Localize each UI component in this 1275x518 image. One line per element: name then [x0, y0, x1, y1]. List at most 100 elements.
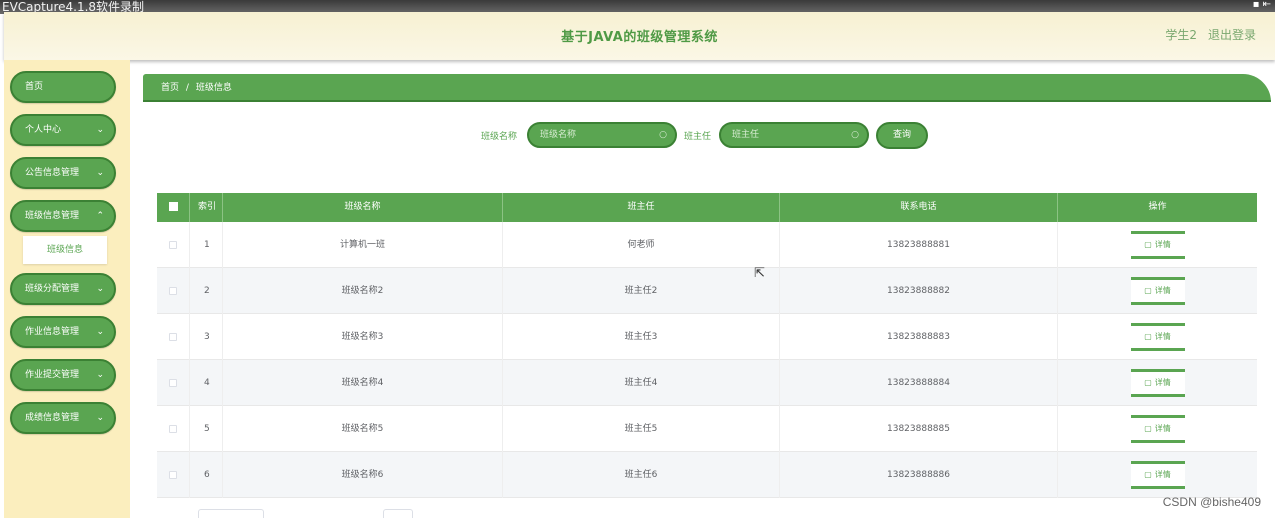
- current-user: 学生2: [1165, 28, 1197, 42]
- document-icon: ▢: [1144, 240, 1152, 249]
- row-checkbox[interactable]: [157, 452, 190, 498]
- row-checkbox[interactable]: [157, 268, 190, 314]
- table-row: 4 班级名称4 班主任4 13823888884 ▢ 详情: [157, 360, 1257, 406]
- detail-button[interactable]: ▢ 详情: [1130, 277, 1185, 305]
- class-name-search-input[interactable]: 班级名称 ○: [527, 122, 677, 148]
- header: 基于JAVA的班级管理系统 学生2 退出登录: [4, 12, 1275, 60]
- cell-actions: ▢ 详情: [1058, 406, 1257, 452]
- cell-phone: 13823888881: [780, 222, 1058, 268]
- cell-class-name: 计算机一班: [223, 222, 503, 268]
- cell-index: 4: [190, 360, 223, 406]
- window-controls-icon[interactable]: ▪ ⇤: [1253, 0, 1271, 10]
- sidebar-item-class-assignment[interactable]: 班级分配管理 ⌄: [10, 273, 116, 305]
- teacher-label: 班主任: [684, 132, 712, 142]
- cell-phone: 13823888884: [780, 360, 1058, 406]
- cell-index: 1: [190, 222, 223, 268]
- sidebar-item-label: 个人中心: [25, 125, 62, 135]
- breadcrumb: 首页 / 班级信息: [143, 74, 1271, 102]
- sidebar-item-label: 首页: [25, 82, 44, 92]
- column-header-actions: 操作: [1148, 202, 1167, 212]
- cell-teacher: 班主任5: [503, 406, 780, 452]
- chevron-up-icon: ⌃: [96, 211, 104, 221]
- sidebar-item-label: 班级信息管理: [25, 211, 80, 221]
- cell-class-name: 班级名称2: [223, 268, 503, 314]
- row-checkbox[interactable]: [157, 222, 190, 268]
- cell-index: 2: [190, 268, 223, 314]
- cell-index: 6: [190, 452, 223, 498]
- cell-class-name: 班级名称6: [223, 452, 503, 498]
- column-header-phone: 联系电话: [780, 193, 1058, 222]
- sidebar-item-label: 公告信息管理: [25, 168, 80, 178]
- cell-actions: ▢ 详情: [1058, 452, 1257, 498]
- teacher-placeholder: 班主任: [732, 130, 760, 140]
- cell-class-name: 班级名称5: [223, 406, 503, 452]
- cell-index: 5: [190, 406, 223, 452]
- column-header-teacher: 班主任: [503, 193, 780, 222]
- cell-phone: 13823888885: [780, 406, 1058, 452]
- mouse-cursor-icon: ⇱: [754, 266, 765, 281]
- cell-class-name: 班级名称4: [223, 360, 503, 406]
- detail-button[interactable]: ▢ 详情: [1130, 231, 1185, 259]
- chevron-down-icon: ⌄: [96, 370, 104, 380]
- cell-phone: 13823888883: [780, 314, 1058, 360]
- breadcrumb-current: 班级信息: [195, 83, 232, 93]
- detail-label: 详情: [1154, 378, 1171, 387]
- sidebar: 首页 个人中心 ⌄ 公告信息管理 ⌄ 班级信息管理 ⌃ 班级信息 班级分配管理 …: [4, 60, 130, 518]
- cell-actions: ▢ 详情: [1058, 268, 1257, 314]
- detail-label: 详情: [1154, 424, 1171, 433]
- detail-button[interactable]: ▢ 详情: [1130, 323, 1185, 351]
- pagination-control[interactable]: [383, 509, 413, 518]
- sidebar-item-personal-center[interactable]: 个人中心 ⌄: [10, 114, 116, 146]
- sidebar-item-home[interactable]: 首页: [10, 71, 116, 103]
- pagination-control[interactable]: [198, 509, 264, 518]
- teacher-search-input[interactable]: 班主任 ○: [719, 122, 869, 148]
- sidebar-item-label: 成绩信息管理: [25, 413, 80, 423]
- chevron-down-icon: ⌄: [96, 284, 104, 294]
- detail-label: 详情: [1154, 286, 1171, 295]
- document-icon: ▢: [1144, 470, 1152, 479]
- chevron-down-icon: ⌄: [96, 168, 104, 178]
- sidebar-item-grade-management[interactable]: 成绩信息管理 ⌄: [10, 402, 116, 434]
- cell-teacher: 班主任3: [503, 314, 780, 360]
- sidebar-item-homework-management[interactable]: 作业信息管理 ⌄: [10, 316, 116, 348]
- table-row: 3 班级名称3 班主任3 13823888883 ▢ 详情: [157, 314, 1257, 360]
- cell-teacher: 班主任6: [503, 452, 780, 498]
- cell-phone: 13823888882: [780, 268, 1058, 314]
- cell-teacher: 班主任2: [503, 268, 780, 314]
- sidebar-item-label: 作业提交管理: [25, 370, 80, 380]
- row-checkbox[interactable]: [157, 314, 190, 360]
- search-icon: ○: [851, 130, 859, 140]
- select-all-checkbox[interactable]: [157, 193, 190, 222]
- table-header: 索引 班级名称 班主任 联系电话 操作: [157, 193, 1257, 222]
- sidebar-item-homework-submission[interactable]: 作业提交管理 ⌄: [10, 359, 116, 391]
- sidebar-item-label: 作业信息管理: [25, 327, 80, 337]
- detail-label: 详情: [1154, 332, 1171, 341]
- breadcrumb-separator: /: [185, 83, 189, 93]
- cell-teacher: 何老师: [503, 222, 780, 268]
- chevron-down-icon: ⌄: [96, 125, 104, 135]
- table-row: 1 计算机一班 何老师 13823888881 ▢ 详情: [157, 222, 1257, 268]
- row-checkbox[interactable]: [157, 360, 190, 406]
- detail-button[interactable]: ▢ 详情: [1130, 461, 1185, 489]
- chevron-down-icon: ⌄: [96, 413, 104, 423]
- detail-button[interactable]: ▢ 详情: [1130, 415, 1185, 443]
- sidebar-item-notice-management[interactable]: 公告信息管理 ⌄: [10, 157, 116, 189]
- submenu-item-class-info[interactable]: 班级信息: [23, 236, 107, 264]
- table-row: 2 班级名称2 班主任2 13823888882 ▢ 详情: [157, 268, 1257, 314]
- document-icon: ▢: [1144, 378, 1152, 387]
- breadcrumb-home[interactable]: 首页: [161, 83, 179, 93]
- logout-link[interactable]: 退出登录: [1208, 26, 1256, 43]
- column-header-class-name: 班级名称: [223, 193, 503, 222]
- row-checkbox[interactable]: [157, 406, 190, 452]
- query-button[interactable]: 查询: [876, 122, 928, 149]
- class-name-label: 班级名称: [481, 132, 518, 142]
- table-row: 5 班级名称5 班主任5 13823888885 ▢ 详情: [157, 406, 1257, 452]
- detail-label: 详情: [1154, 470, 1171, 479]
- detail-button[interactable]: ▢ 详情: [1130, 369, 1185, 397]
- column-header-index: 索引: [190, 193, 223, 222]
- document-icon: ▢: [1144, 424, 1152, 433]
- cell-index: 3: [190, 314, 223, 360]
- cell-actions: ▢ 详情: [1058, 314, 1257, 360]
- sidebar-item-class-management[interactable]: 班级信息管理 ⌃: [10, 200, 116, 232]
- watermark: CSDN @bishe409: [1162, 495, 1261, 509]
